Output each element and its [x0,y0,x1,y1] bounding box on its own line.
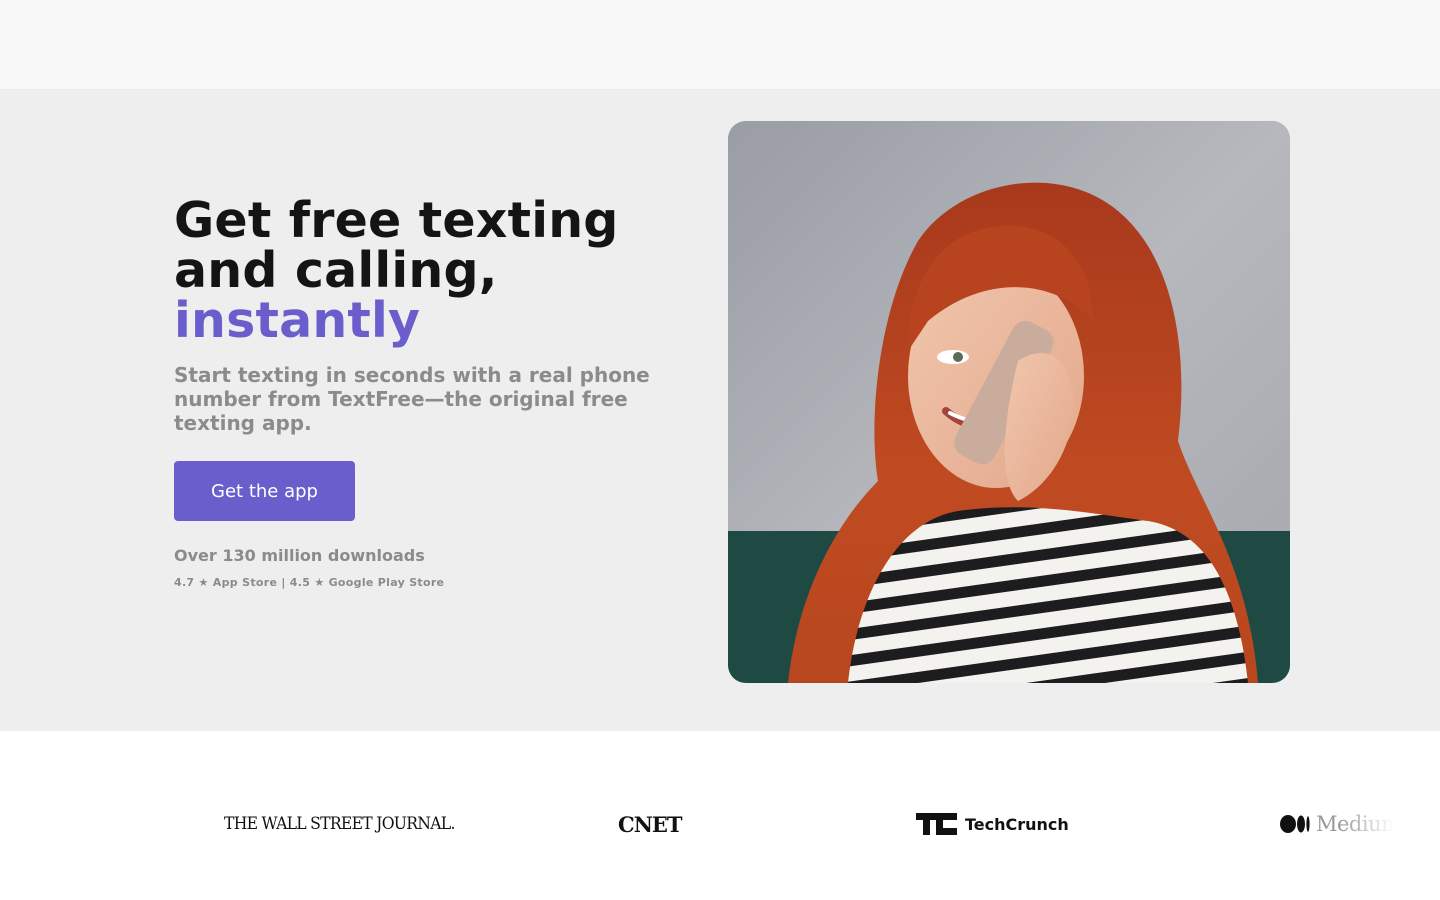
techcrunch-icon [916,813,957,835]
headline-accent: instantly [174,292,421,349]
press-logos-strip: THE WALL STREET JOURNAL. CNET TechCrunch… [0,731,1440,900]
woman-on-phone-illustration [728,121,1290,683]
cnet-logo: CNET [618,811,683,837]
wsj-logo: THE WALL STREET JOURNAL. [224,814,455,834]
hero-subtext: Start texting in seconds with a real pho… [174,363,650,435]
get-the-app-button[interactable]: Get the app [174,461,355,521]
downloads-count: Over 130 million downloads [174,546,425,565]
headline-line-1: Get free texting [174,192,619,249]
headline-line-2: and calling, [174,242,498,299]
top-navigation-bar [0,0,1440,90]
store-ratings: 4.7 ★ App Store | 4.5 ★ Google Play Stor… [174,576,445,589]
medium-icon [1280,815,1310,833]
techcrunch-wordmark: TechCrunch [965,814,1069,834]
hero-headline: Get free texting and calling, instantly [174,196,694,346]
techcrunch-logo: TechCrunch [916,809,1069,839]
hero-photo [728,121,1290,683]
logo-strip-fade [1340,801,1400,841]
